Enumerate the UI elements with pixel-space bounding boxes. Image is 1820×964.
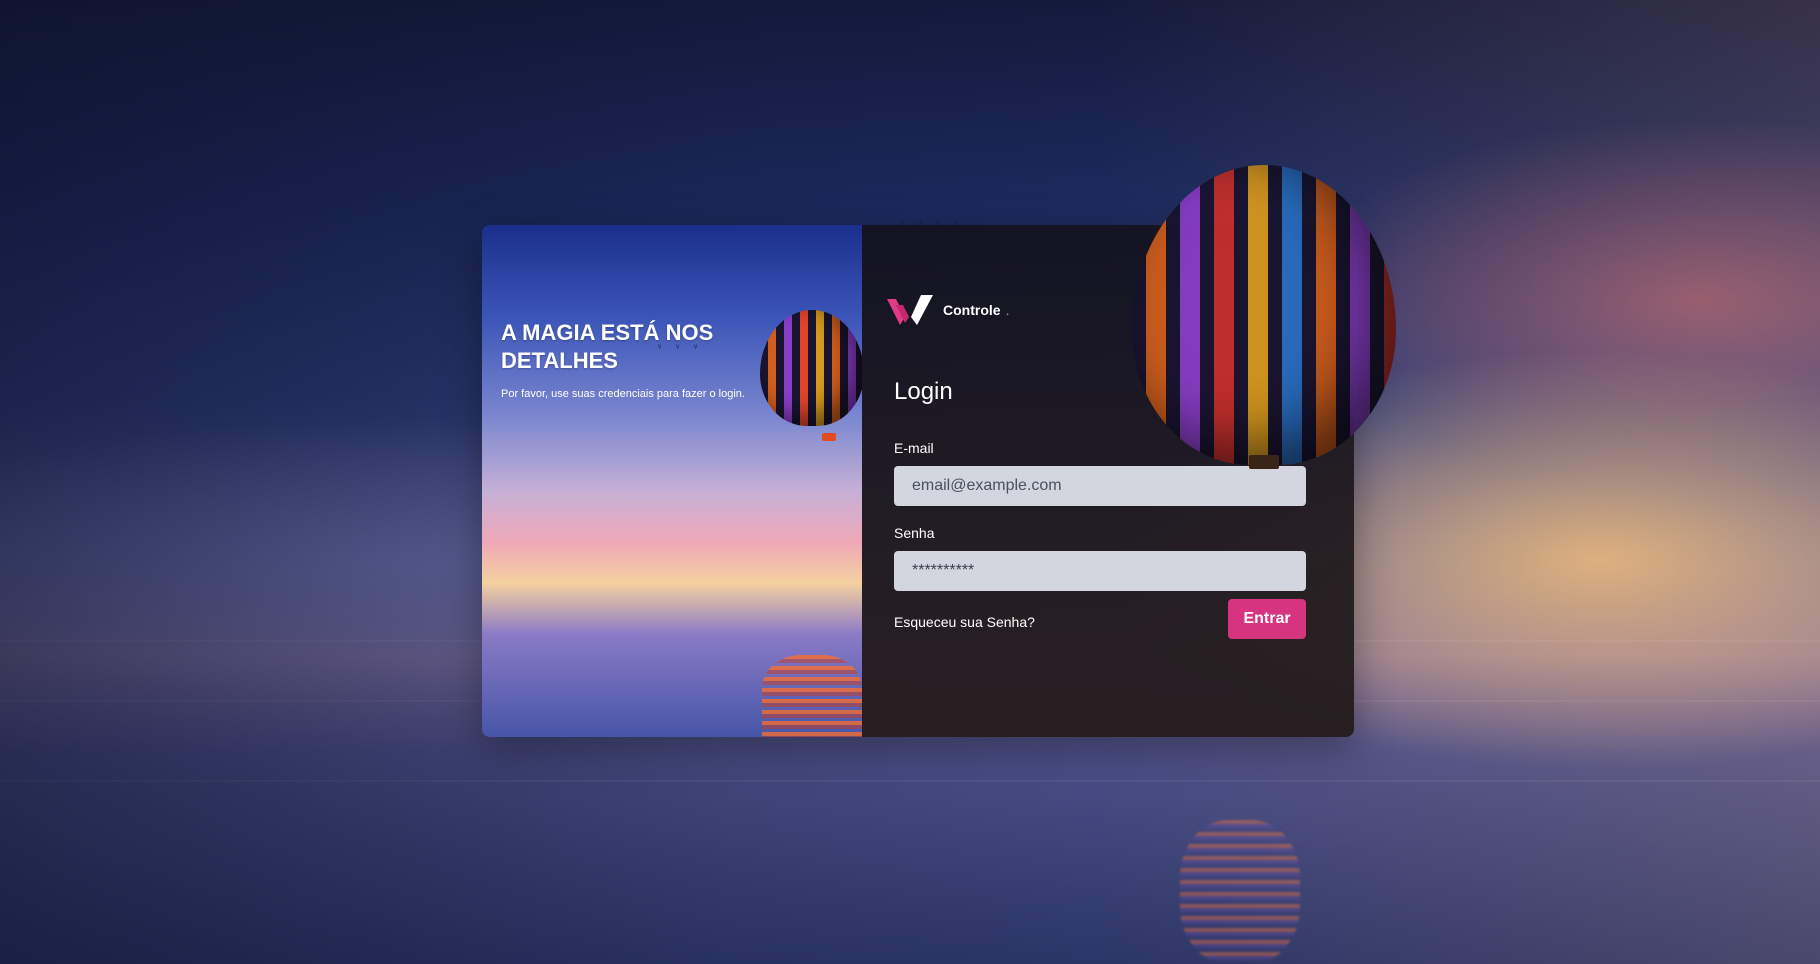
birds-decoration: ᵛ ᵛ ᵛ ᵛ	[900, 220, 964, 231]
reflection-illustration	[762, 655, 862, 737]
brand-logo-icon	[887, 295, 933, 325]
birds-decoration: ᵛ ᵛ	[1000, 260, 1028, 271]
brand-name: Controle	[943, 302, 1001, 318]
hero-title: A MAGIA ESTÁ NOS DETALHES	[501, 320, 714, 373]
hero-subtitle: Por favor, use suas credenciais para faz…	[501, 388, 745, 400]
forgot-password-link[interactable]: Esqueceu sua Senha?	[894, 614, 1035, 630]
email-label: E-mail	[894, 440, 934, 456]
water-line	[0, 780, 1820, 782]
brand-suffix: .	[1005, 302, 1010, 318]
brand: Controle .	[887, 295, 1009, 325]
password-label: Senha	[894, 525, 935, 541]
login-button[interactable]: Entrar	[1228, 599, 1306, 639]
balloon-basket	[1249, 455, 1279, 469]
email-field[interactable]	[894, 466, 1306, 506]
login-title: Login	[894, 378, 953, 405]
balloon-basket	[822, 433, 836, 441]
hero-panel: ᵛ ᵛ ᵛ A MAGIA ESTÁ NOS DETALHES Por favo…	[482, 225, 862, 737]
balloon-illustration	[760, 310, 862, 426]
password-field[interactable]	[894, 551, 1306, 591]
balloon-reflection	[1180, 820, 1300, 964]
